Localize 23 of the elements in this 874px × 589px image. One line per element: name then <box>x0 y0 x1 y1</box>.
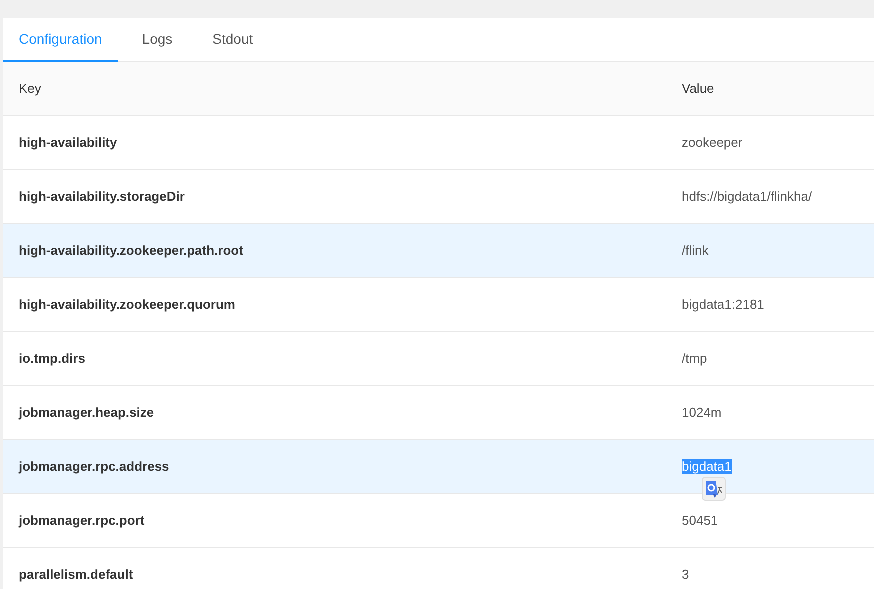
config-value: 3 <box>682 566 690 582</box>
tab[interactable]: Logs <box>126 18 189 62</box>
config-value: 1024m <box>682 404 722 420</box>
config-key: high-availability <box>19 134 118 150</box>
config-key: io.tmp.dirs <box>19 350 86 366</box>
config-value: hdfs://bigdata1/flinkha/ <box>682 188 812 204</box>
config-key: jobmanager.rpc.port <box>19 512 145 528</box>
config-value: 50451 <box>682 512 718 528</box>
config-value: /tmp <box>682 350 708 366</box>
tab[interactable]: Stdout <box>196 18 270 62</box>
config-key: parallelism.default <box>19 566 134 582</box>
config-value: zookeeper <box>682 134 743 150</box>
config-key: high-availability.zookeeper.quorum <box>19 296 236 312</box>
column-header: Value <box>682 80 714 96</box>
translate-icon[interactable] <box>702 476 726 500</box>
config-key: high-availability.zookeeper.path.root <box>19 242 244 258</box>
config-key: jobmanager.heap.size <box>19 404 154 420</box>
config-value: /flink <box>682 242 709 258</box>
config-key: jobmanager.rpc.address <box>19 458 170 474</box>
column-header: Key <box>19 80 42 96</box>
config-value: bigdata1:2181 <box>682 296 764 312</box>
config-value: bigdata1 <box>682 458 732 474</box>
config-key: high-availability.storageDir <box>19 188 185 204</box>
